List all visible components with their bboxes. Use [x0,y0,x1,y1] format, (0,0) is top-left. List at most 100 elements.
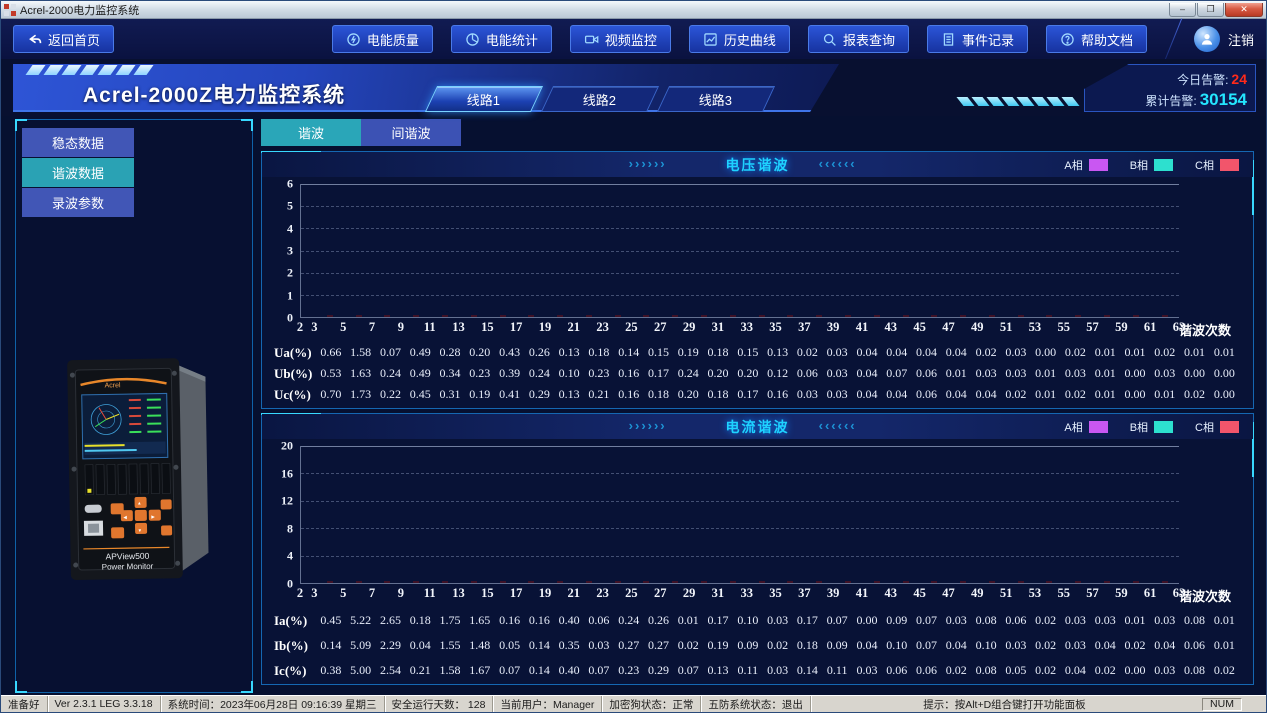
back-home-button[interactable]: 返回首页 [13,25,115,53]
slash-decoration [115,65,136,75]
voltage-x-axis-labels: 2 3 5 7 9 11 13 15 17 19 21 23 25 27 29 31 33 35 37 39 41 43 4… [297,320,1185,337]
x-tick-label: 21 [567,320,581,334]
even-harmonic-stub [1017,315,1024,317]
line-tab-2[interactable]: 线路2 [540,86,660,112]
table-cell: 0.24 [379,366,401,380]
gridline [301,206,1179,208]
even-harmonic-stub [902,315,909,317]
x-tick-label: 5 [340,320,347,334]
nav-button-energy-stats[interactable]: 电能统计 [450,25,552,53]
maximize-button[interactable]: ❐ [1197,2,1224,17]
table-cell: 0.09 [886,613,908,627]
even-harmonic-stub [787,581,794,583]
gridline [301,250,1179,252]
x-tick-label: 3 [311,320,318,334]
x-tick-label: 5 [340,586,347,600]
sidebar-items: 稳态数据 谐波数据 录波参数 [16,120,252,218]
back-arrow-icon [27,32,42,47]
table-cell: 0.14 [796,663,818,677]
even-harmonic-stub [557,315,564,317]
table-cell: 0.08 [975,613,997,627]
table-cell: 0.02 [945,663,967,677]
legend-swatch [1220,158,1239,171]
current-harmonics-table: Ia(%) 0.45 5.22 2.65 0.18 1.75 1.65 0.16 0.16 0.4… [262,603,1253,683]
even-harmonic-stub [528,315,535,317]
header-slashes-decoration [25,65,154,75]
table-cell: 0.05 [499,638,521,652]
even-harmonic-stub [326,581,333,583]
even-harmonic-stub [758,581,765,583]
table-cell: 0.01 [1094,366,1116,380]
nav-button-history-curve[interactable]: 历史曲线 [688,25,790,53]
table-cell: 0.07 [379,345,401,359]
gridline [301,184,1179,185]
help-icon [1060,32,1075,47]
even-harmonic-stub [672,581,679,583]
power-quality-icon [346,32,361,47]
table-row: Ib(%) 0.14 5.09 2.29 0.04 1.55 1.48 0.05 0.14 0.3… [266,633,1239,658]
slash-decoration [97,65,118,75]
table-cell: 0.26 [647,613,669,627]
gridline [301,473,1179,475]
table-cell: 0.03 [826,366,848,380]
table-row: Ua(%) 0.66 1.58 0.07 0.49 0.28 0.20 0.43 0.26 0.1… [266,342,1239,363]
sidebar-item-2[interactable]: 谐波数据 [22,158,134,187]
even-harmonic-stub [614,315,621,317]
nav-button-help-doc[interactable]: 帮助文档 [1045,25,1147,53]
x-tick-label: 23 [596,586,609,600]
table-cell: 0.43 [499,345,521,359]
nav-divider [1164,18,1183,60]
gridline [301,555,1179,557]
legend-swatch [1154,158,1174,171]
line-tab-3[interactable]: 线路3 [656,86,776,112]
tab-interharmonics[interactable]: 间谐波 [361,119,461,146]
x-tick-label: 29 [682,320,696,334]
x-tick-label: 51 [999,320,1013,334]
table-cell: 0.08 [975,663,997,677]
table-cell: 0.17 [647,366,669,380]
x-tick-label: 25 [625,586,638,600]
nav-button-power-quality[interactable]: 电能质量 [331,25,433,53]
line-tab-1[interactable]: 线路1 [424,86,544,112]
table-cell: 0.10 [886,638,908,652]
line-tab-label: 线路3 [699,92,733,108]
x-tick-label: 19 [538,320,552,334]
table-cell: 0.03 [767,613,789,627]
even-harmonic-stub [1046,581,1053,583]
nav-button-event-log[interactable]: 事件记录 [926,25,1028,53]
slash-decoration [79,65,100,75]
y-tick-label: 20 [281,438,293,453]
even-harmonic-stub [729,315,736,317]
even-harmonic-stub [729,581,736,583]
table-cell: 0.03 [1094,613,1116,627]
x-tick-label: 33 [740,320,753,334]
x-tick-label: 55 [1057,586,1070,600]
table-cell: 0.11 [737,663,759,677]
tab-harmonics[interactable]: 谐波 [261,119,361,146]
table-row-label: Ub(%) [274,365,313,381]
table-cell: 1.58 [439,663,461,677]
legend-swatch [1088,158,1108,171]
sidebar-item-1[interactable]: 稳态数据 [22,128,134,157]
even-harmonic-stub [988,315,995,317]
table-cell: 0.02 [1064,387,1086,401]
table-row: Uc(%) 0.70 1.73 0.22 0.45 0.31 0.19 0.41 0.29 0.1… [266,384,1239,405]
sidebar-item-3[interactable]: 录波参数 [22,188,134,217]
table-cell: 0.13 [558,345,580,359]
nav-button-video-monitor[interactable]: 视频监控 [569,25,671,53]
table-cell: 0.04 [1064,663,1086,677]
table-cell: 0.00 [1124,387,1146,401]
logout-label: 注销 [1227,32,1254,48]
table-cell: 0.26 [528,345,550,359]
minimize-button[interactable]: – [1169,2,1196,17]
even-harmonic-stub [960,315,967,317]
logout-button[interactable]: 注销 [1193,26,1254,52]
today-alarm-label: 今日告警: [1177,73,1229,87]
x-tick-label: 19 [538,586,552,600]
voltage-x-axis-unit: 谐波次数 [1179,323,1232,338]
table-cell: 0.03 [945,613,967,627]
close-button[interactable]: ✕ [1225,2,1263,17]
table-cell: 0.01 [1184,345,1206,359]
nav-button-report-query[interactable]: 报表查询 [807,25,909,53]
table-cell: 0.10 [975,638,997,652]
